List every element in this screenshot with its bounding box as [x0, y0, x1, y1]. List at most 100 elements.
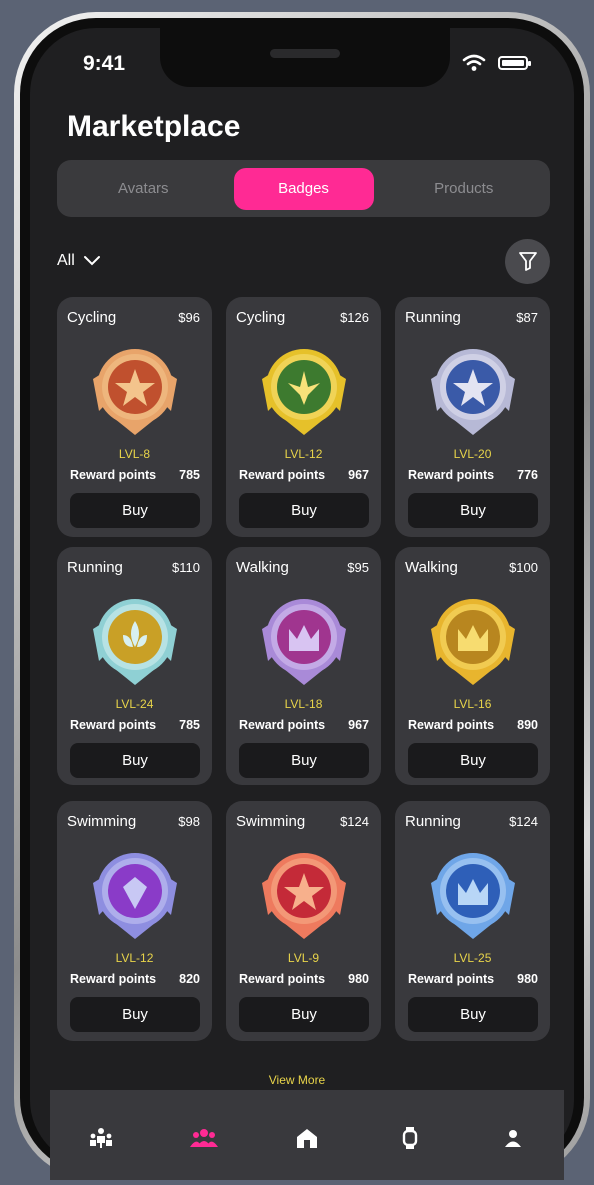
- card-price: $126: [340, 310, 369, 325]
- badge-card[interactable]: Cycling $126 LVL-12 Reward points 967 Buy: [226, 297, 381, 537]
- nav-community[interactable]: [81, 1120, 121, 1156]
- card-reward: Reward points 967: [239, 718, 369, 732]
- chevron-down-icon: [83, 256, 100, 266]
- badge-card[interactable]: Walking $95 LVL-18 Reward points 967 Buy: [226, 547, 381, 785]
- card-reward: Reward points 967: [239, 468, 369, 482]
- buy-button[interactable]: Buy: [70, 997, 200, 1032]
- watch-icon: [402, 1127, 417, 1149]
- purple-gem-badge-icon: [93, 853, 177, 939]
- buy-button[interactable]: Buy: [408, 743, 538, 778]
- card-level: LVL-9: [287, 951, 320, 965]
- page-title: Marketplace: [67, 110, 241, 143]
- badge-card[interactable]: Running $87 LVL-20 Reward points 776 Buy: [395, 297, 550, 537]
- reward-value: 967: [348, 718, 369, 732]
- card-price: $87: [516, 310, 538, 325]
- card-sport: Swimming: [236, 813, 306, 830]
- battery-icon: [498, 56, 531, 70]
- card-sport: Running: [67, 559, 123, 576]
- badge-card[interactable]: Running $110 LVL-24 Reward points 785 Buy: [57, 547, 212, 785]
- reward-value: 820: [179, 972, 200, 986]
- card-sport: Running: [405, 813, 461, 830]
- community-icon: [90, 1128, 113, 1148]
- card-reward: Reward points 980: [239, 972, 369, 986]
- group-icon: [190, 1129, 219, 1147]
- nav-groups[interactable]: [184, 1120, 224, 1156]
- badge-card[interactable]: Cycling $96 LVL-8 Reward points 785 Buy: [57, 297, 212, 537]
- badge-card[interactable]: Swimming $124 LVL-9 Reward points 980 Buy: [226, 801, 381, 1041]
- card-level: LVL-24: [115, 697, 154, 711]
- nav-watch[interactable]: [390, 1120, 430, 1156]
- card-price: $100: [509, 560, 538, 575]
- buy-button[interactable]: Buy: [408, 997, 538, 1032]
- status-icons: [462, 54, 531, 72]
- card-price: $110: [172, 560, 200, 575]
- buy-button[interactable]: Buy: [70, 743, 200, 778]
- card-sport: Walking: [405, 559, 458, 576]
- reward-label: Reward points: [408, 972, 495, 986]
- gold-eagle-badge-icon: [262, 349, 346, 435]
- reward-value: 785: [179, 718, 200, 732]
- notch: [160, 27, 450, 87]
- profile-icon: [504, 1130, 521, 1147]
- reward-value: 890: [517, 718, 538, 732]
- home-icon: [296, 1129, 317, 1148]
- view-more-link[interactable]: View More: [0, 1073, 594, 1087]
- card-level: LVL-16: [453, 697, 492, 711]
- card-price: $95: [347, 560, 369, 575]
- red-star-badge-icon: [262, 853, 346, 939]
- badge-card[interactable]: Running $124 LVL-25 Reward points 980 Buy: [395, 801, 550, 1041]
- card-level: LVL-25: [453, 951, 492, 965]
- filter-button[interactable]: [505, 238, 550, 284]
- nav-profile[interactable]: [493, 1120, 533, 1156]
- nav-home[interactable]: [287, 1120, 327, 1156]
- reward-label: Reward points: [239, 718, 326, 732]
- card-price: $98: [178, 814, 200, 829]
- badge-card[interactable]: Walking $100 LVL-16 Reward points 890 Buy: [395, 547, 550, 785]
- card-sport: Cycling: [236, 309, 286, 326]
- silver-star-badge-icon: [431, 349, 515, 435]
- dropdown-value: All: [57, 252, 75, 269]
- reward-label: Reward points: [239, 972, 326, 986]
- gold-crown-badge-icon: [431, 599, 515, 685]
- filter-row: All: [57, 238, 550, 284]
- category-tabs: Avatars Badges Products: [57, 160, 550, 217]
- reward-label: Reward points: [70, 972, 157, 986]
- tab-avatars[interactable]: Avatars: [61, 168, 226, 210]
- card-reward: Reward points 980: [408, 972, 538, 986]
- fleur-de-lis-badge-icon: [93, 599, 177, 685]
- tab-badges[interactable]: Badges: [233, 167, 374, 210]
- reward-label: Reward points: [70, 718, 157, 732]
- wifi-icon: [462, 54, 486, 71]
- buy-button[interactable]: Buy: [408, 493, 538, 528]
- buy-button[interactable]: Buy: [239, 493, 369, 528]
- bottom-nav-icons: [50, 1120, 564, 1156]
- buy-button[interactable]: Buy: [239, 743, 369, 778]
- buy-button[interactable]: Buy: [239, 997, 369, 1032]
- reward-label: Reward points: [70, 468, 157, 482]
- card-reward: Reward points 785: [70, 468, 200, 482]
- badge-grid: Cycling $96 LVL-8 Reward points 785 Buy Cyclin…: [57, 297, 550, 1050]
- category-dropdown[interactable]: All: [57, 252, 101, 270]
- card-level: LVL-12: [115, 951, 154, 965]
- purple-crown-badge-icon: [262, 599, 346, 685]
- bronze-star-badge-icon: [93, 349, 177, 435]
- reward-value: 980: [348, 972, 369, 986]
- card-sport: Walking: [236, 559, 289, 576]
- buy-button[interactable]: Buy: [70, 493, 200, 528]
- speaker: [270, 49, 340, 58]
- filter-icon: [518, 252, 537, 271]
- card-price: $124: [340, 814, 369, 829]
- card-sport: Swimming: [67, 813, 137, 830]
- card-level: LVL-8: [118, 447, 151, 461]
- reward-label: Reward points: [408, 718, 495, 732]
- card-reward: Reward points 890: [408, 718, 538, 732]
- reward-value: 967: [348, 468, 369, 482]
- tab-products[interactable]: Products: [382, 168, 547, 210]
- blue-crown-badge-icon: [431, 853, 515, 939]
- card-reward: Reward points 776: [408, 468, 538, 482]
- card-reward: Reward points 785: [70, 718, 200, 732]
- card-level: LVL-12: [284, 447, 323, 461]
- reward-label: Reward points: [408, 468, 495, 482]
- badge-card[interactable]: Swimming $98 LVL-12 Reward points 820 Buy: [57, 801, 212, 1041]
- reward-value: 776: [517, 468, 538, 482]
